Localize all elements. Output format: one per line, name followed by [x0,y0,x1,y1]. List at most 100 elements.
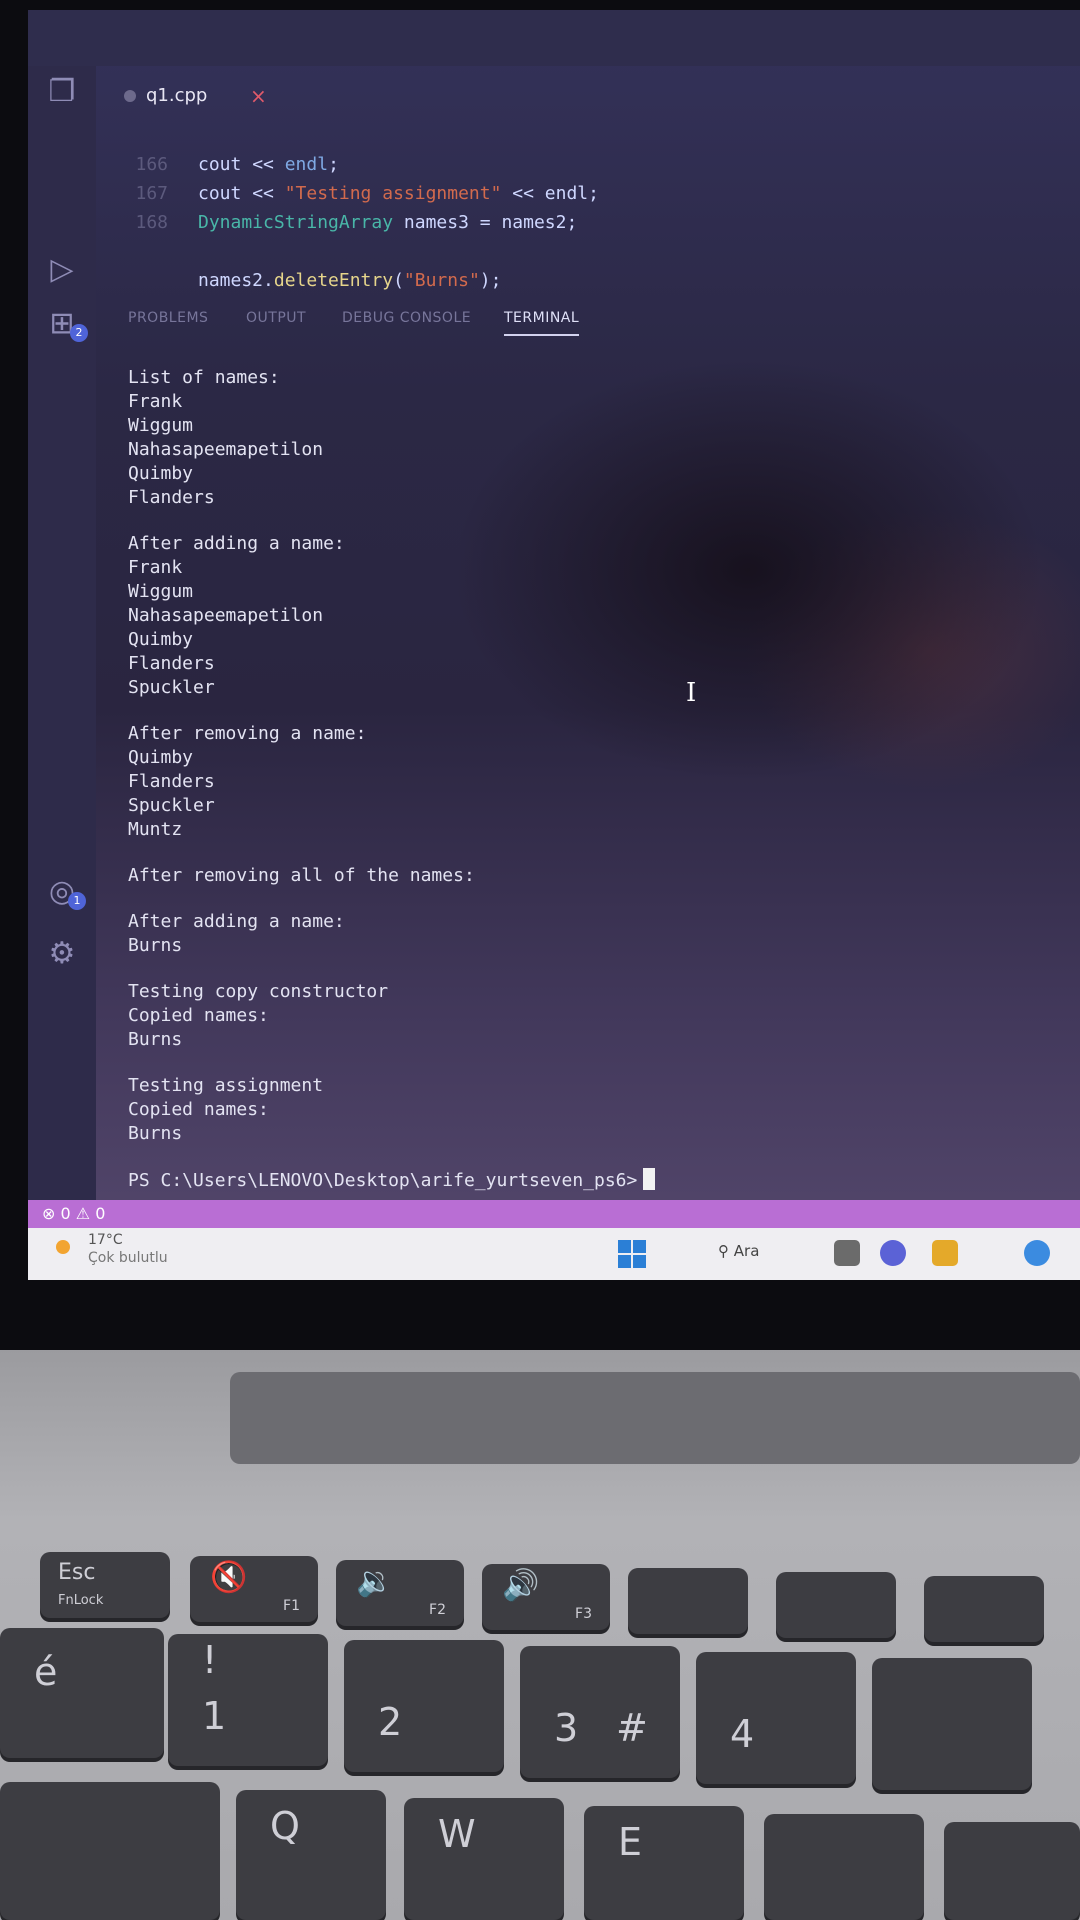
line-number: 167 [135,183,168,204]
terminal-line: After removing all of the names: [128,865,475,886]
terminal-line: Nahasapeemapetilon [128,605,324,626]
key-t[interactable] [944,1822,1080,1920]
windows-taskbar: 17°C Çok bulutlu ⚲ Ara [28,1228,1080,1280]
terminal-line: After adding a name: [128,911,345,932]
code-line[interactable]: 167 cout << "Testing assignment" << endl; [128,179,828,208]
terminal-line: Spuckler [128,795,215,816]
laptop-hinge [230,1372,1080,1464]
code-editor[interactable]: 166 cout << endl; 167 cout << "Testing assi… [128,150,828,295]
terminal-line: After adding a name: [128,533,345,554]
code-token: ; [328,154,339,175]
terminal-spacer [128,958,1028,980]
terminal-line: Testing assignment [128,1075,324,1096]
key-e[interactable]: E [584,1806,744,1920]
warning-icon: ⚠ [75,1204,91,1223]
code-token: names3 = names2; [403,212,578,233]
terminal-spacer [128,842,1028,864]
code-token: "Burns" [403,270,480,291]
f4-key[interactable] [628,1568,748,1634]
explorer-icon[interactable]: ❐ [44,74,80,110]
terminal-line: Quimby [128,463,194,484]
terminal-line: Frank [128,557,183,578]
terminal-line: Wiggum [128,581,194,602]
mute-icon: 🔇 [210,1560,248,1595]
tab-key[interactable] [0,1782,220,1920]
windows-start-icon[interactable] [618,1240,648,1270]
vscode-window: ❐ ▷ ⊞ 2 ◎ 1 ⚙ q1.cpp × 166 cout << endl; 1… [28,10,1080,1280]
terminal-line: Quimby [128,747,194,768]
app-icon[interactable] [1024,1240,1050,1266]
code-token: cout [198,183,253,204]
code-line[interactable] [128,237,828,266]
key-r[interactable] [764,1814,924,1920]
settings-gear-icon[interactable]: ⚙ [44,936,80,972]
terminal-spacer [128,1146,1028,1168]
folder-icon[interactable] [932,1240,958,1266]
volume-up-icon: 🔊 [502,1568,540,1603]
code-token: ( [393,270,404,291]
taskbar-search[interactable]: ⚲ Ara [718,1242,759,1260]
accounts-badge: 1 [68,892,86,910]
key-5[interactable] [872,1658,1032,1790]
run-debug-icon[interactable]: ▷ [44,252,80,288]
terminal-line: Quimby [128,629,194,650]
terminal-prompt[interactable]: PS C:\Users\LENOVO\Desktop\arife_yurtsev… [128,1168,1028,1192]
editor-tab-q1cpp[interactable]: q1.cpp × [124,74,284,118]
code-text: cout << "Testing assignment" << endl; [198,179,599,208]
close-tab-icon[interactable]: × [250,74,267,118]
terminal-spacer [128,888,1028,910]
code-line[interactable]: 166 cout << endl; [128,150,828,179]
tab-debug-console[interactable]: DEBUG CONSOLE [342,310,471,326]
code-token: DynamicStringArray [198,212,404,233]
code-token: names2. [198,270,274,291]
terminal-line: List of names: [128,367,280,388]
key-4[interactable]: 4 [696,1652,856,1784]
search-label: Ara [733,1242,760,1260]
tab-terminal[interactable]: TERMINAL [504,310,580,336]
code-token: << endl; [501,183,599,204]
code-token: << [252,154,285,175]
f2-key[interactable]: 🔉 F2 [336,1560,464,1626]
key-2[interactable]: 2 [344,1640,504,1772]
key-w[interactable]: W [404,1798,564,1920]
tab-problems[interactable]: PROBLEMS [128,310,208,326]
key-q[interactable]: Q [236,1790,386,1920]
esc-key[interactable]: Esc FnLock [40,1552,170,1618]
terminal-line: Spuckler [128,677,215,698]
chat-icon[interactable] [880,1240,906,1266]
code-line[interactable]: 168 DynamicStringArray names3 = names2; [128,208,828,237]
f3-key[interactable]: 🔊 F3 [482,1564,610,1630]
f6-key[interactable] [924,1576,1044,1642]
line-number: 166 [135,154,168,175]
code-text: DynamicStringArray names3 = names2; [198,208,577,237]
key-1[interactable]: ! 1 [168,1634,328,1766]
extensions-badge: 2 [70,324,88,342]
key-3[interactable]: 3 # [520,1646,680,1778]
terminal-line: Testing copy constructor [128,981,389,1002]
terminal-line: Nahasapeemapetilon [128,439,324,460]
terminal-line: Flanders [128,653,215,674]
file-explorer-icon[interactable] [834,1240,860,1266]
terminal-spacer [128,1052,1028,1074]
terminal-cursor [643,1168,656,1190]
terminal-line: Flanders [128,771,215,792]
code-token: "Testing assignment" [284,183,502,204]
code-token: cout [198,154,253,175]
f5-key[interactable] [776,1572,896,1638]
warning-count: 0 [95,1204,106,1223]
f1-key[interactable]: 🔇 F1 [190,1556,318,1622]
error-icon: ⊗ [42,1204,56,1223]
weather-description: Çok bulutlu [88,1250,168,1266]
code-text: cout << endl; [198,150,339,179]
terminal-line: Burns [128,935,183,956]
title-bar [28,10,1080,66]
e-acute-key[interactable]: é [0,1628,164,1758]
terminal-spacer [128,510,1028,532]
code-token: deleteEntry [273,270,394,291]
code-line[interactable]: names2.deleteEntry("Burns"); [128,266,828,295]
problems-indicator[interactable]: ⊗ 0 ⚠ 0 [42,1200,105,1228]
tab-output[interactable]: OUTPUT [246,310,306,326]
line-number: 168 [135,212,168,233]
terminal-output[interactable]: List of names: Frank Wiggum Nahasapeemapeti… [128,366,1028,1192]
file-modified-dot-icon [124,90,136,102]
